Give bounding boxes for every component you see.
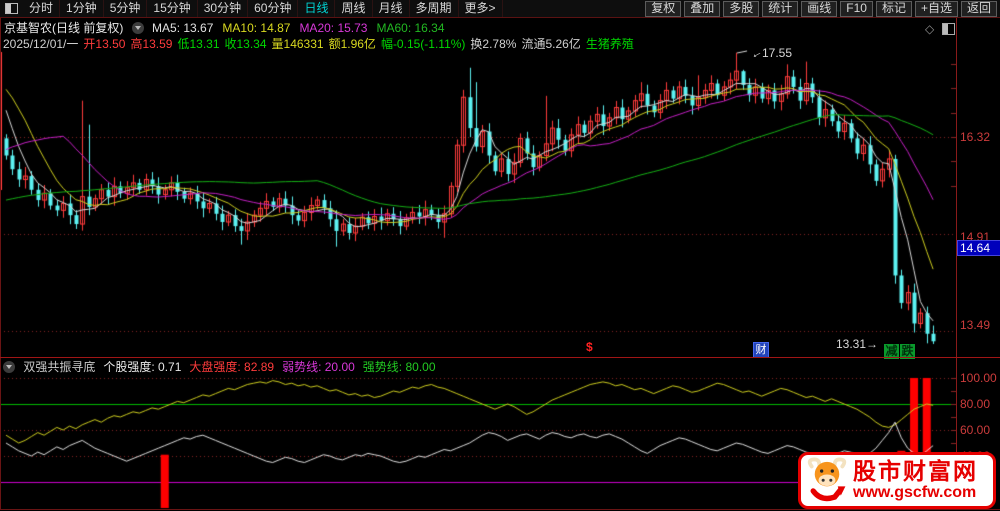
period-button[interactable]: 日线 bbox=[298, 0, 335, 17]
split-window-icon[interactable] bbox=[942, 23, 955, 35]
period-toolbar: 分时1分钟5分钟15分钟30分钟60分钟日线周线月线多周期更多> bbox=[0, 0, 503, 17]
stock-title: 京基智农(日线 前复权) bbox=[4, 21, 123, 35]
chart-title-row: 京基智农(日线 前复权) MA5: 13.67 MA10: 14.87 MA20: … bbox=[4, 19, 454, 33]
ma-value: MA5: 13.67 bbox=[152, 21, 213, 35]
period-button[interactable]: 30分钟 bbox=[198, 0, 248, 17]
watermark-title: 股市财富网 bbox=[853, 459, 978, 484]
quote-field: 高13.59 bbox=[130, 37, 172, 51]
quote-field: 量146331 bbox=[272, 37, 324, 51]
price-axis-line bbox=[956, 18, 957, 509]
quote-info-row: 2025/12/01/一开13.50 高13.59 低13.31 收13.34 量146… bbox=[3, 35, 639, 49]
toolbar-button[interactable]: 画线 bbox=[801, 1, 837, 17]
sell-signal-marker: $ bbox=[586, 340, 593, 354]
toolbar-button[interactable]: 叠加 bbox=[684, 1, 720, 17]
toolbar-button[interactable]: 复权 bbox=[645, 1, 681, 17]
quote-field: 收13.34 bbox=[225, 37, 267, 51]
indicator-field: 双强共振寻底 bbox=[23, 360, 95, 374]
period-button[interactable]: 月线 bbox=[373, 0, 410, 17]
watermark-url: www.gscfw.com bbox=[853, 484, 978, 502]
period-button[interactable]: 更多> bbox=[459, 0, 503, 17]
period-button[interactable]: 1分钟 bbox=[60, 0, 104, 17]
indicator-field: 个股强度: 0.71 bbox=[103, 360, 181, 374]
collapse-chevron-icon[interactable] bbox=[132, 22, 144, 34]
action-toolbar: 复权叠加多股统计画线F10标记+自选返回 bbox=[645, 0, 1000, 17]
bottom-border-line bbox=[0, 509, 1000, 510]
period-button[interactable]: 多周期 bbox=[410, 0, 459, 17]
price-label: 13.49 bbox=[960, 318, 990, 332]
toolbar-button[interactable]: F10 bbox=[840, 1, 873, 17]
period-button[interactable]: 分时 bbox=[23, 0, 60, 17]
quote-field: 幅-0.15(-1.11%) bbox=[381, 37, 465, 51]
scale-label: 100.00 bbox=[960, 371, 997, 385]
ma-values: MA5: 13.67 MA10: 14.87 MA20: 15.73 MA60: 16… bbox=[152, 21, 454, 35]
diamond-icon[interactable]: ◇ bbox=[925, 22, 934, 36]
quote-field: 生猪养殖 bbox=[586, 37, 634, 51]
quote-field: 低13.31 bbox=[177, 37, 219, 51]
price-label: 16.32 bbox=[960, 130, 990, 144]
ma-value: MA10: 14.87 bbox=[222, 21, 290, 35]
high-price-annotation: ←17.55 bbox=[750, 46, 792, 60]
toolbar-button[interactable]: 统计 bbox=[762, 1, 798, 17]
ma-value: MA60: 16.34 bbox=[376, 21, 444, 35]
price-tag: 14.64 bbox=[957, 240, 1000, 256]
main-candlestick-chart[interactable] bbox=[0, 50, 956, 357]
left-border-line bbox=[0, 18, 1, 509]
panel-separator-line bbox=[0, 357, 1000, 358]
low-price-annotation: 13.31→ bbox=[836, 337, 878, 351]
quote-field: 2025/12/01/一 bbox=[3, 37, 78, 51]
trading-app-window: 分时1分钟5分钟15分钟30分钟60分钟日线周线月线多周期更多> 复权叠加多股统… bbox=[0, 0, 1000, 511]
watermark-text: 股市财富网 www.gscfw.com bbox=[853, 459, 978, 502]
window-layout-icon[interactable] bbox=[5, 3, 18, 14]
period-button[interactable]: 5分钟 bbox=[104, 0, 148, 17]
indicator-field: 强势线: 80.00 bbox=[363, 360, 436, 374]
indicator-header: 双强共振寻底个股强度: 0.71 大盘强度: 82.89 弱势线: 20.00 强势线… bbox=[3, 358, 444, 371]
indicator-collapse-icon[interactable] bbox=[3, 361, 15, 373]
quote-field: 换2.78% bbox=[470, 37, 516, 51]
indicator-field: 大盘强度: 82.89 bbox=[189, 360, 274, 374]
bull-logo-icon bbox=[804, 457, 850, 505]
top-toolbar: 分时1分钟5分钟15分钟30分钟60分钟日线周线月线多周期更多> 复权叠加多股统… bbox=[0, 0, 1000, 18]
toolbar-button[interactable]: 标记 bbox=[876, 1, 912, 17]
quote-field: 开13.50 bbox=[83, 37, 125, 51]
quote-field: 额1.96亿 bbox=[329, 37, 376, 51]
news-marker[interactable]: 财 bbox=[753, 342, 769, 358]
watermark: 股市财富网 www.gscfw.com bbox=[798, 452, 996, 509]
period-button[interactable]: 15分钟 bbox=[147, 0, 197, 17]
scale-label: 80.00 bbox=[960, 397, 990, 411]
toolbar-button[interactable]: 返回 bbox=[961, 1, 997, 17]
ma-value: MA20: 15.73 bbox=[299, 21, 367, 35]
toolbar-button[interactable]: +自选 bbox=[915, 1, 958, 17]
indicator-field: 弱势线: 20.00 bbox=[282, 360, 355, 374]
period-button[interactable]: 60分钟 bbox=[248, 0, 298, 17]
period-button[interactable]: 周线 bbox=[335, 0, 372, 17]
scale-label: 60.00 bbox=[960, 423, 990, 437]
toolbar-button[interactable]: 多股 bbox=[723, 1, 759, 17]
quote-field: 流通5.26亿 bbox=[521, 37, 580, 51]
